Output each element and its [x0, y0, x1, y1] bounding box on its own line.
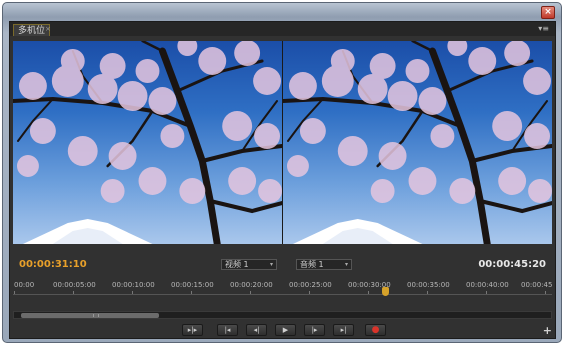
play-in-to-out-button[interactable]: ▸|▸ [182, 324, 203, 336]
scrollbar-thumb[interactable] [21, 313, 159, 318]
tab-close-icon[interactable]: × [45, 25, 51, 33]
panel-menu-icon[interactable]: ▾≡ [538, 24, 549, 34]
ruler-baseline [13, 294, 552, 295]
ruler-tick-label: 00:00:05:00 [53, 281, 96, 289]
grip-icon [93, 314, 99, 317]
step-forward-button[interactable]: |▸ [304, 324, 325, 336]
timeline-zoom-scrollbar[interactable] [13, 311, 552, 319]
multicam-window: × 多机位 × ▾≡ 00:00:31:10 视频 1 ▾ 音频 1 ▾ 00:… [2, 2, 562, 343]
ruler-tick-label: 00:00:10:00 [112, 281, 155, 289]
duration-timecode: 00:00:45:20 [478, 259, 546, 270]
ruler-tick-label: 00:00:40:00 [466, 281, 509, 289]
video-track-dropdown[interactable]: 视频 1 ▾ [221, 259, 277, 270]
current-timecode[interactable]: 00:00:31:10 [19, 259, 87, 270]
play-button[interactable]: ▶ [275, 324, 296, 336]
multicam-panel: 多机位 × ▾≡ 00:00:31:10 视频 1 ▾ 音频 1 ▾ 00:00… [9, 21, 556, 339]
chevron-down-icon: ▾ [269, 261, 273, 268]
camera-views [13, 41, 552, 244]
go-to-out-point-button[interactable]: ▸| [333, 324, 354, 336]
cherry-blossom-image [283, 41, 552, 244]
ruler-tick-label: 00:00 [14, 281, 35, 289]
cherry-blossom-image [13, 41, 282, 244]
go-to-in-point-button[interactable]: |◂ [217, 324, 238, 336]
step-back-button[interactable]: ◂| [246, 324, 267, 336]
camera-view-2[interactable] [282, 41, 552, 244]
audio-track-label: 音频 1 [300, 260, 324, 269]
ruler-tick-label: 00:00:25:00 [289, 281, 332, 289]
window-close-button[interactable]: × [541, 6, 555, 19]
panel-tab-bar: 多机位 × ▾≡ [10, 22, 555, 36]
tab-label: 多机位 [18, 26, 46, 36]
record-button[interactable]: ● [365, 324, 386, 336]
video-track-label: 视频 1 [225, 260, 249, 269]
time-ruler[interactable]: 00:00 00:00:05:00 00:00:10:00 00:00:15:0… [13, 281, 552, 311]
chevron-down-icon: ▾ [344, 261, 348, 268]
ruler-tick-label: 00:00:15:00 [171, 281, 214, 289]
camera-view-1[interactable] [13, 41, 282, 244]
playhead-handle[interactable] [382, 287, 389, 296]
ruler-tick-label: 00:00:35:00 [407, 281, 450, 289]
audio-track-dropdown[interactable]: 音频 1 ▾ [296, 259, 352, 270]
ruler-tick-label: 00:00:20:00 [230, 281, 273, 289]
add-button[interactable]: + [543, 325, 552, 336]
ruler-tick-label: 00:00:45 [521, 281, 553, 289]
